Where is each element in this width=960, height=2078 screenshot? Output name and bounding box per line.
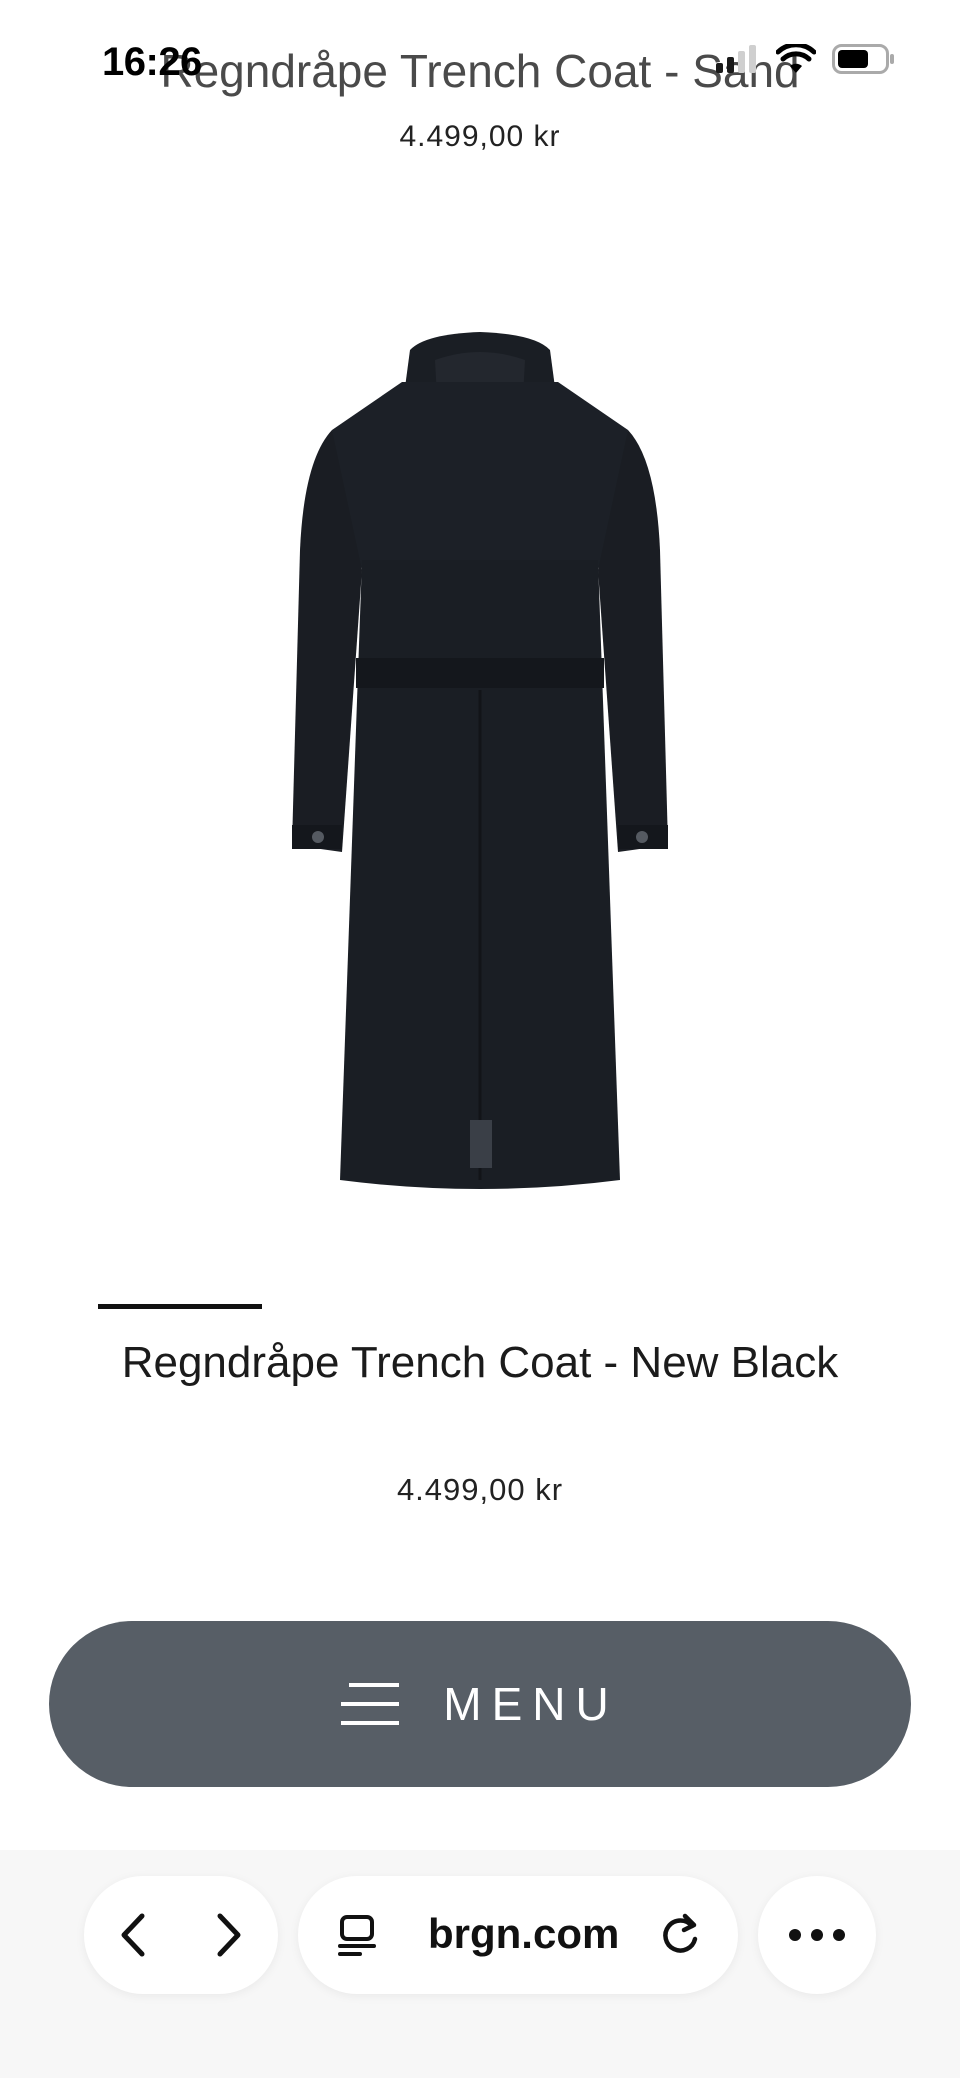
navigation-controls bbox=[84, 1876, 278, 1994]
status-icons bbox=[716, 44, 896, 74]
more-icon bbox=[789, 1929, 845, 1941]
menu-button[interactable]: MENU bbox=[49, 1621, 911, 1787]
browser-toolbar: brgn.com bbox=[0, 1850, 960, 2078]
chevron-left-icon[interactable] bbox=[114, 1910, 154, 1960]
battery-icon bbox=[832, 44, 894, 74]
more-button[interactable] bbox=[758, 1876, 876, 1994]
menu-label: MENU bbox=[443, 1678, 619, 1730]
status-bar: 16:26 bbox=[0, 0, 960, 120]
wifi-icon bbox=[776, 44, 816, 73]
url-text: brgn.com bbox=[428, 1910, 620, 1957]
product-image[interactable] bbox=[260, 320, 700, 1220]
signal-icon bbox=[716, 45, 756, 73]
chevron-right-icon[interactable] bbox=[208, 1910, 248, 1960]
carousel-divider bbox=[98, 1304, 262, 1309]
address-bar[interactable]: brgn.com bbox=[298, 1876, 738, 1994]
reload-icon[interactable] bbox=[658, 1912, 702, 1958]
hamburger-icon bbox=[341, 1683, 400, 1725]
status-time: 16:26 bbox=[102, 40, 202, 84]
previous-product-price: 4.499,00 kr bbox=[399, 120, 561, 153]
page-menu-icon[interactable] bbox=[336, 1914, 378, 1958]
product-title[interactable]: Regndråpe Trench Coat - New Black bbox=[120, 1330, 840, 1396]
product-price: 4.499,00 kr bbox=[396, 1472, 564, 1507]
